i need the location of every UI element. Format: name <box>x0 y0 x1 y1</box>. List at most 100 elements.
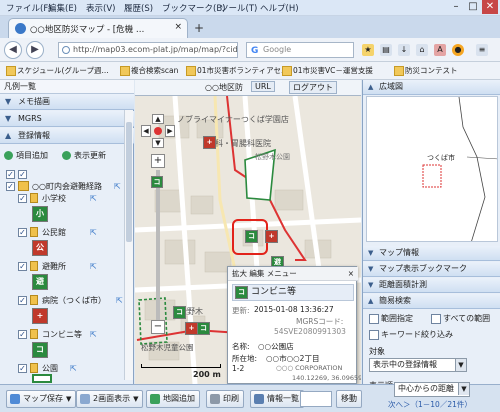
menu-edit[interactable]: 編集(E) <box>48 2 77 14</box>
edit-icon[interactable]: ⇱ <box>90 226 97 239</box>
menu-view[interactable]: 表示(V) <box>86 2 115 14</box>
tree-item-hospital[interactable]: ✓ 病院（つくば市） ⇱ <box>0 294 134 308</box>
search-input[interactable]: G Google <box>246 42 354 58</box>
new-tab-button[interactable]: + <box>194 21 204 35</box>
url-button[interactable]: URL <box>251 81 275 92</box>
add-map-button[interactable]: 地図追加 <box>146 390 200 408</box>
menu-bookmarks[interactable]: ブックマーク(B) <box>162 2 225 14</box>
two-screen-button[interactable]: 2画面表示 ▼ <box>76 390 144 408</box>
popup-menu-label[interactable]: 拡大 編集 メニュー <box>232 269 297 278</box>
checkbox[interactable]: ✓ <box>18 170 27 179</box>
clipboard-icon[interactable]: ▤ <box>380 44 392 56</box>
pan-right-icon[interactable]: ▶ <box>165 125 175 137</box>
save-icon <box>10 394 20 404</box>
move-button[interactable]: 移動 <box>336 390 362 408</box>
bookmark-item[interactable]: 複合検索scan <box>120 65 178 76</box>
download-icon[interactable]: ↓ <box>398 44 410 56</box>
popup-menu[interactable]: 拡大 編集 メニュー × <box>228 267 358 281</box>
bookmark-item[interactable]: 01市災害ボランティアセ... <box>186 65 288 76</box>
layer-selector[interactable]: ○○地区防 <box>205 82 243 93</box>
convenience-marker-icon[interactable]: コ <box>151 176 163 188</box>
zoom-slider[interactable] <box>156 170 160 320</box>
menu-history[interactable]: 履歴(S) <box>124 2 153 14</box>
edit-icon[interactable]: ⇱ <box>70 362 77 375</box>
refresh-display-button[interactable]: 表示更新 <box>62 149 106 163</box>
checkbox[interactable]: ✓ <box>18 296 27 305</box>
edit-icon[interactable]: ⇱ <box>90 192 97 205</box>
section-mgrs[interactable]: ▼ MGRS <box>0 111 134 127</box>
info-list-button[interactable]: 情報一覧 <box>250 390 304 408</box>
range-checkbox[interactable]: 範囲指定 <box>369 313 413 324</box>
menu-tools[interactable]: ツール(T) <box>220 2 257 14</box>
tree-label: 小学校 <box>42 194 66 203</box>
section-memo-draw[interactable]: ▼ メモ描画 <box>0 94 134 110</box>
print-button[interactable]: 印刷 <box>206 390 244 408</box>
checkbox[interactable]: ✓ <box>6 170 15 179</box>
checkbox[interactable]: ✓ <box>6 182 15 191</box>
move-input[interactable] <box>300 391 332 407</box>
section-registered-info[interactable]: ▲ 登録情報 <box>0 128 134 144</box>
menu-help[interactable]: ヘルプ(H) <box>260 2 299 14</box>
save-map-button[interactable]: マップ保存 ▼ <box>6 390 77 408</box>
map-view[interactable]: ○○地区防 URL ログアウト ▲ ◀ ▶ ▼ + − ノブライマイナーつくば学… <box>135 80 361 384</box>
pagination-link[interactable]: 次へ＞（1－10／21件） <box>388 399 472 410</box>
tree-item-shelter[interactable]: ✓ 避難所 ⇱ <box>0 260 134 274</box>
overview-map[interactable]: つくば市 <box>366 96 498 242</box>
popup-close-icon[interactable]: × <box>348 267 354 280</box>
convenience-marker-icon[interactable]: コ <box>245 230 258 243</box>
pan-left-icon[interactable]: ◀ <box>141 125 151 137</box>
tab-close-icon[interactable]: × <box>174 22 182 32</box>
edit-icon[interactable]: ⇱ <box>116 294 123 307</box>
legend-scrollbar[interactable] <box>124 110 133 380</box>
tab-active[interactable]: ○○地区防災マップ - [危機 … × <box>8 18 188 38</box>
section-map-info[interactable]: ▼ マップ情報 <box>363 246 500 261</box>
checkbox[interactable]: ✓ <box>18 364 27 373</box>
bookmark-item[interactable]: スケジュール(グループ週... <box>6 65 109 76</box>
convenience-marker-icon[interactable]: コ <box>197 322 210 335</box>
bookmark-item[interactable]: 防災コンテスト <box>394 65 458 76</box>
order-select[interactable]: 中心からの距離 ▼ <box>394 382 470 397</box>
checkbox[interactable]: ✓ <box>18 262 27 271</box>
scroll-thumb[interactable] <box>126 122 132 242</box>
star-icon[interactable]: ★ <box>362 44 374 56</box>
minimize-button[interactable]: – <box>448 0 464 14</box>
forward-button[interactable]: ▶ <box>26 41 44 59</box>
zoom-out-button[interactable]: − <box>151 320 165 334</box>
addon-icon[interactable]: ● <box>452 44 464 56</box>
pan-up-icon[interactable]: ▲ <box>152 114 164 124</box>
menu-icon[interactable]: ≡ <box>476 44 488 56</box>
tree-item-community-hall[interactable]: ✓ 公民館 ⇱ <box>0 226 134 240</box>
close-window-button[interactable]: ✕ <box>482 0 498 14</box>
section-map-bookmark[interactable]: ▼ マップ表示ブックマーク <box>363 262 500 277</box>
section-overview[interactable]: ▲ 広域図 <box>363 80 500 95</box>
tree-item-park[interactable]: ✓ 公園 ⇱ <box>0 362 134 376</box>
checkbox[interactable]: ✓ <box>18 194 27 203</box>
bookmark-item[interactable]: 01市災害VC－運営支援 <box>282 65 373 76</box>
edit-icon[interactable]: ⇱ <box>90 260 97 273</box>
checkbox[interactable]: ✓ <box>18 330 27 339</box>
target-select[interactable]: 表示中の登録情報 ▼ <box>369 358 467 372</box>
section-measure[interactable]: ▼ 距離面積計測 <box>363 278 500 293</box>
zoom-in-button[interactable]: + <box>151 154 165 168</box>
keyword-filter-checkbox[interactable]: キーワード絞り込み <box>369 329 453 340</box>
checkbox[interactable]: ✓ <box>18 228 27 237</box>
all-range-checkbox[interactable]: すべての範囲 <box>431 313 490 324</box>
convenience-marker-icon[interactable]: コ <box>173 306 186 319</box>
url-bar[interactable]: http://map03.ecom-plat.jp/map/map/?cid=1… <box>58 42 238 58</box>
section-simple-search[interactable]: ▲ 簡易検索 <box>363 294 500 309</box>
logout-button[interactable]: ログアウト <box>289 81 337 94</box>
menu-file[interactable]: ファイル(F) <box>6 2 52 14</box>
edit-icon[interactable]: ⇱ <box>90 328 97 341</box>
hospital-marker-icon[interactable]: + <box>203 136 216 149</box>
hospital-marker-icon[interactable]: + <box>265 230 278 243</box>
pan-down-icon[interactable]: ▼ <box>152 138 164 148</box>
tree-item-convenience[interactable]: ✓ コンビニ等 ⇱ <box>0 328 134 342</box>
center-icon[interactable] <box>154 127 162 135</box>
pan-control[interactable]: ▲ ◀ ▶ ▼ <box>141 114 175 148</box>
tree-item-school[interactable]: ✓ 小学校 ⇱ <box>0 192 134 206</box>
back-button[interactable]: ◀ <box>4 41 22 59</box>
home-icon[interactable]: ⌂ <box>416 44 428 56</box>
maximize-button[interactable]: □ <box>465 0 481 14</box>
pdf-icon[interactable]: A <box>434 44 446 56</box>
add-item-button[interactable]: 項目追加 <box>4 149 48 163</box>
